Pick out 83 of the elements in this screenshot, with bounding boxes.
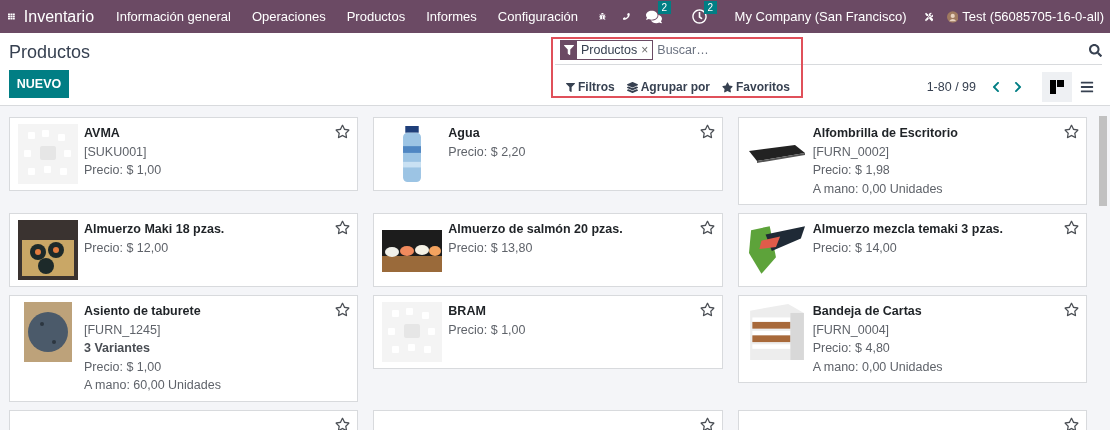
notification-badge: 2 — [657, 0, 672, 14]
list-icon — [1080, 80, 1094, 94]
favorite-star-icon[interactable] — [1064, 416, 1079, 430]
favorite-star-icon[interactable] — [335, 302, 351, 317]
favorite-star-icon[interactable] — [1064, 124, 1079, 139]
product-name: Agua — [448, 125, 481, 142]
product-name: Asiento de taburete — [84, 303, 202, 320]
favorite-star-icon[interactable] — [699, 416, 715, 430]
product-name: Almuerzo Maki 18 pzas. — [84, 221, 225, 238]
product-name: AVMA — [84, 125, 121, 142]
product-price: Precio: $ 1,00 — [448, 321, 526, 339]
favorite-star-icon[interactable] — [699, 302, 715, 317]
product-card[interactable]: BRAM Precio: $ 1,00 — [373, 295, 723, 369]
product-price: Precio: $ 1,00 — [84, 358, 163, 376]
product-card[interactable]: AVMA [SUKU001] Precio: $ 1,00 — [9, 117, 359, 191]
product-reference: [SUKU001] — [84, 143, 148, 161]
menu-item[interactable]: Productos — [346, 6, 406, 27]
product-price: Precio: $ 1,00 — [84, 162, 162, 179]
kanban-view-button[interactable] — [1042, 72, 1072, 102]
filter-icon — [566, 82, 575, 92]
filter-icon — [564, 45, 574, 55]
favorite-star-icon[interactable] — [335, 220, 351, 235]
app-name[interactable]: Inventario — [23, 4, 95, 29]
search-icon[interactable] — [1089, 43, 1102, 57]
product-name: Almuerzo mezcla temaki 3 pzas. — [812, 221, 1003, 238]
favorite-star-icon[interactable] — [335, 416, 351, 430]
menu-item[interactable]: Configuración — [497, 6, 578, 27]
kanban-icon — [1050, 80, 1064, 94]
menu-item[interactable]: Informes — [426, 6, 477, 27]
favorite-star-icon[interactable] — [335, 124, 351, 139]
bug-icon[interactable] — [599, 10, 606, 23]
previous-page-icon[interactable] — [990, 81, 1002, 93]
product-reference: [FURN_0002] — [812, 143, 891, 161]
search-option-button[interactable]: Filtros — [566, 78, 615, 96]
product-name: BRAM — [448, 303, 487, 320]
variants-count: 3 Variantes — [84, 340, 151, 357]
on-hand-quantity: A mano: 0,00 Unidades — [812, 180, 944, 198]
favorite-star-icon[interactable] — [1064, 302, 1079, 317]
favorite-star-icon[interactable] — [699, 124, 715, 139]
product-card[interactable]: Almuerzo Maki 18 pzas. Precio: $ 12,00 — [9, 213, 359, 287]
search-option-button[interactable]: Agrupar por — [626, 78, 710, 96]
product-price: Precio: $ 12,00 — [84, 239, 170, 257]
on-hand-quantity: A mano: 0,00 Unidades — [812, 358, 943, 376]
image-placeholder — [18, 124, 78, 184]
product-name: Bandeja de Cartas — [812, 303, 923, 320]
product-price: Precio: $ 4,80 — [812, 340, 891, 357]
product-price: Precio: $ 14,00 — [812, 239, 898, 257]
favorite-star-icon[interactable] — [699, 220, 715, 235]
phone-icon[interactable] — [622, 10, 630, 23]
product-card[interactable]: Asiento de taburete [FURN_1245] 3 Variantes Precio: $ 1,00 A mano: 60,00 Unidades — [9, 295, 359, 402]
product-reference: [FURN_1245] — [84, 321, 162, 339]
product-card[interactable]: Bandeja de Cartas [FURN_0004] Precio: $ 4,80 A mano: 0,00 Unidades — [737, 295, 1087, 383]
product-reference: [FURN_0004] — [812, 321, 891, 339]
pager-value[interactable]: 1-80 / 99 — [926, 77, 976, 97]
chat-icon[interactable] — [645, 8, 662, 25]
notification-badge: 2 — [703, 1, 718, 14]
layers-icon — [626, 81, 638, 93]
product-name: Almuerzo de salmón 20 pzas. — [448, 221, 623, 238]
star-icon — [722, 81, 733, 93]
on-hand-quantity: A mano: 60,00 Unidades — [84, 377, 221, 394]
facet-label: Productos — [580, 41, 639, 59]
company-switcher[interactable]: My Company (San Francisco) — [734, 6, 907, 27]
image-placeholder — [382, 302, 443, 362]
favorite-star-icon[interactable] — [1064, 220, 1079, 235]
clock-icon[interactable] — [691, 9, 707, 24]
product-price: Precio: $ 1,98 — [812, 162, 891, 179]
menu-item[interactable]: Información general — [116, 6, 231, 27]
search-input[interactable]: Buscar… — [657, 40, 1089, 60]
user-menu[interactable]: Test (56085705-16-0-all) — [962, 6, 1104, 27]
menu-item[interactable]: Operaciones — [251, 6, 326, 27]
product-card[interactable]: Agua Precio: $ 2,20 — [373, 117, 723, 191]
remove-facet-button[interactable]: × — [641, 41, 653, 59]
product-price: Precio: $ 2,20 — [448, 143, 526, 161]
product-price: Precio: $ 13,80 — [448, 239, 534, 257]
product-card[interactable]: Almuerzo mezcla temaki 3 pzas. Precio: $ 14,00 — [737, 213, 1087, 287]
product-card[interactable]: Alfombrilla de Escritorio [FURN_0002] Precio: $ 1,98 A mano: 0,00 Unidades — [737, 117, 1087, 205]
search-facet[interactable]: Productos × — [560, 40, 654, 60]
next-page-icon[interactable] — [1012, 81, 1024, 93]
product-card[interactable]: Almuerzo de salmón 20 pzas. Precio: $ 13,80 — [373, 213, 723, 287]
product-name: Alfombrilla de Escritorio — [812, 125, 958, 142]
search-option-button[interactable]: Favoritos — [722, 78, 791, 96]
page-title: Productos — [9, 41, 92, 63]
new-button[interactable]: NUEVO — [9, 70, 69, 98]
